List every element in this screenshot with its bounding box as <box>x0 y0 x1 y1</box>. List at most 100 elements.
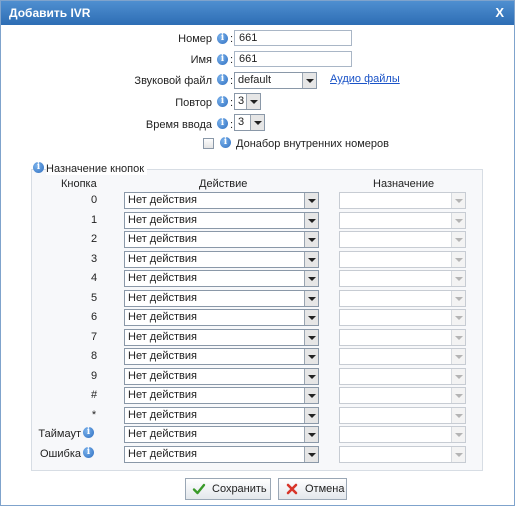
action-select-value: Нет действия <box>128 350 197 362</box>
checkmark-icon <box>192 483 206 495</box>
destination-select[interactable] <box>339 192 466 209</box>
sound-file-colon: : <box>230 75 234 87</box>
destination-select[interactable] <box>339 387 466 404</box>
action-select[interactable]: Нет действия <box>124 368 319 385</box>
action-select-value: Нет действия <box>128 409 197 421</box>
dialog-title: Добавить IVR <box>9 6 91 20</box>
action-select[interactable]: Нет действия <box>124 270 319 287</box>
input-time-select[interactable]: 3 <box>234 114 265 131</box>
number-input[interactable]: 661 <box>234 30 352 46</box>
input-time-colon: : <box>230 119 234 131</box>
destination-select[interactable] <box>339 251 466 268</box>
chevron-down-icon <box>304 271 318 286</box>
destination-select[interactable] <box>339 290 466 307</box>
chevron-down-icon <box>304 349 318 364</box>
action-select-value: Нет действия <box>128 370 197 382</box>
destination-select[interactable] <box>339 446 466 463</box>
action-select-value: Нет действия <box>128 292 197 304</box>
action-select-value: Нет действия <box>128 253 197 265</box>
x-icon <box>286 483 298 495</box>
add-ivr-dialog: Добавить IVR X Номер i : 661 Имя i : 661… <box>0 0 515 506</box>
action-select[interactable]: Нет действия <box>124 290 319 307</box>
action-select[interactable]: Нет действия <box>124 446 319 463</box>
dial-extensions-checkbox[interactable] <box>203 138 214 149</box>
action-select[interactable]: Нет действия <box>124 231 319 248</box>
chevron-down-icon <box>451 232 465 247</box>
destination-select[interactable] <box>339 231 466 248</box>
key-label: 7 <box>90 331 98 343</box>
key-info-icon[interactable]: i <box>83 447 94 458</box>
number-info-icon[interactable]: i <box>217 33 228 44</box>
key-label: 0 <box>90 194 98 206</box>
action-select-value: Нет действия <box>128 448 197 460</box>
dialog-title-bar[interactable]: Добавить IVR X <box>1 1 514 25</box>
column-header-destination: Назначение <box>373 178 435 190</box>
key-assignment-info-icon[interactable]: i <box>33 162 44 173</box>
sound-file-label: Звуковой файл <box>134 75 212 87</box>
cancel-button[interactable]: Отмена <box>278 478 347 500</box>
repeat-info-icon[interactable]: i <box>217 96 228 107</box>
action-select[interactable]: Нет действия <box>124 407 319 424</box>
chevron-down-icon <box>304 291 318 306</box>
audio-files-link[interactable]: Аудио файлы <box>330 73 400 85</box>
action-select[interactable]: Нет действия <box>124 192 319 209</box>
save-button[interactable]: Сохранить <box>185 478 271 500</box>
action-select-value: Нет действия <box>128 389 197 401</box>
destination-select[interactable] <box>339 309 466 326</box>
chevron-down-icon <box>304 330 318 345</box>
repeat-select[interactable]: 3 <box>234 93 261 110</box>
action-select[interactable]: Нет действия <box>124 348 319 365</box>
destination-select[interactable] <box>339 212 466 229</box>
key-label: Ошибка <box>40 448 81 460</box>
number-colon: : <box>230 33 234 45</box>
destination-select[interactable] <box>339 348 466 365</box>
chevron-down-icon <box>302 73 316 88</box>
number-label: Номер <box>178 33 212 45</box>
close-icon[interactable]: X <box>495 5 504 20</box>
action-select-value: Нет действия <box>128 272 197 284</box>
action-select-value: Нет действия <box>128 194 197 206</box>
action-select[interactable]: Нет действия <box>124 212 319 229</box>
key-info-icon[interactable]: i <box>83 427 94 438</box>
action-select[interactable]: Нет действия <box>124 426 319 443</box>
action-select[interactable]: Нет действия <box>124 309 319 326</box>
column-header-action: Действие <box>199 178 248 190</box>
key-label: 6 <box>90 311 98 323</box>
action-select-value: Нет действия <box>128 214 197 226</box>
chevron-down-icon <box>250 115 264 130</box>
chevron-down-icon <box>304 310 318 325</box>
name-label: Имя <box>190 54 212 66</box>
action-select[interactable]: Нет действия <box>124 329 319 346</box>
input-time-label: Время ввода <box>145 119 212 131</box>
action-select[interactable]: Нет действия <box>124 251 319 268</box>
chevron-down-icon <box>451 330 465 345</box>
destination-select[interactable] <box>339 270 466 287</box>
action-select-value: Нет действия <box>128 428 197 440</box>
destination-select[interactable] <box>339 329 466 346</box>
chevron-down-icon <box>304 447 318 462</box>
name-info-icon[interactable]: i <box>217 54 228 65</box>
input-time-value: 3 <box>238 116 245 128</box>
sound-file-select[interactable]: default <box>234 72 317 89</box>
name-input[interactable]: 661 <box>234 51 352 67</box>
chevron-down-icon <box>304 369 318 384</box>
dial-extensions-info-icon[interactable]: i <box>220 137 231 148</box>
key-assignment-legend: Назначение кнопок <box>46 163 148 175</box>
cancel-button-label: Отмена <box>305 483 345 495</box>
key-label: 8 <box>90 350 98 362</box>
destination-select[interactable] <box>339 368 466 385</box>
chevron-down-icon <box>451 349 465 364</box>
sound-file-info-icon[interactable]: i <box>217 74 228 85</box>
action-select-value: Нет действия <box>128 233 197 245</box>
column-header-key: Кнопка <box>61 178 97 190</box>
destination-select[interactable] <box>339 426 466 443</box>
chevron-down-icon <box>451 408 465 423</box>
chevron-down-icon <box>246 94 260 109</box>
chevron-down-icon <box>451 291 465 306</box>
destination-select[interactable] <box>339 407 466 424</box>
key-label: 2 <box>90 233 98 245</box>
chevron-down-icon <box>451 271 465 286</box>
input-time-info-icon[interactable]: i <box>217 118 228 129</box>
action-select[interactable]: Нет действия <box>124 387 319 404</box>
key-label: 1 <box>90 214 98 226</box>
